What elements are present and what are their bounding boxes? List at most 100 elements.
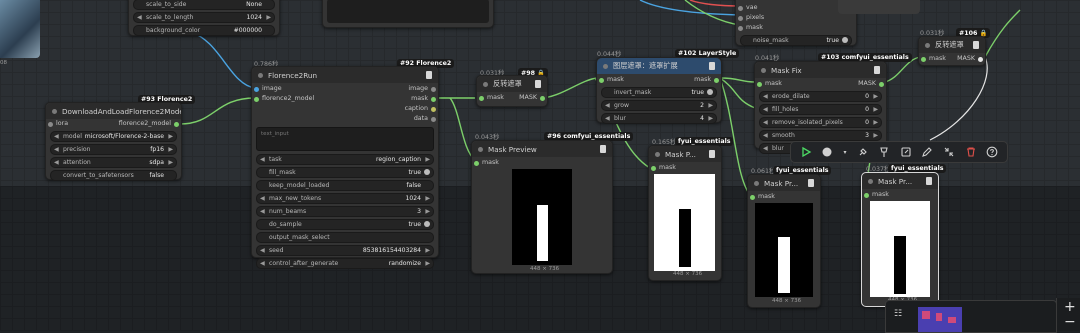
input-pin-mask[interactable] — [921, 57, 926, 62]
output-pin-caption[interactable] — [431, 107, 436, 112]
input-pin-mask[interactable] — [750, 195, 755, 200]
input-pixels[interactable]: pixels — [736, 13, 856, 23]
color-icon[interactable] — [820, 145, 834, 159]
output-pin-mask[interactable] — [431, 97, 436, 102]
output-pin-mask[interactable] — [879, 82, 884, 87]
widget-precision[interactable]: ◀ precision fp16 ▶ — [50, 144, 177, 155]
mask-preview-image — [512, 169, 572, 265]
widget-blur[interactable]: ◀ blur 4 ▶ — [601, 113, 717, 124]
widget-do-sample[interactable]: do_sample true — [256, 219, 434, 230]
doc-icon[interactable] — [973, 41, 979, 49]
node-header[interactable]: Mask Pr... — [862, 173, 938, 189]
help-icon[interactable] — [985, 145, 999, 159]
node-header[interactable]: DownloadAndLoadFlorence2Model — [46, 103, 181, 119]
output-pin-data[interactable] — [431, 117, 436, 122]
pin-icon[interactable] — [856, 145, 870, 159]
play-icon[interactable] — [799, 145, 813, 159]
io-row: mask — [862, 190, 938, 200]
widget-grow[interactable]: ◀ grow 2 ▶ — [601, 100, 717, 111]
widget-scale-to-length[interactable]: ◀ scale_to_length 1024 ▶ — [133, 12, 275, 23]
doc-icon[interactable] — [808, 179, 814, 187]
doc-icon[interactable] — [709, 62, 715, 70]
mask-preview-node-c[interactable]: Mask Pr... mask 448 × 736 — [747, 174, 821, 308]
image-preview-fragment — [0, 0, 40, 58]
zoom-out-icon[interactable]: − — [1064, 315, 1076, 329]
widget-invert-mask[interactable]: invert_mask true — [601, 87, 717, 98]
input-pin-florence2-model[interactable] — [254, 97, 259, 102]
input-pin-mask[interactable] — [479, 96, 484, 101]
edit-icon[interactable] — [899, 145, 913, 159]
chevron-down-icon[interactable]: ▾ — [842, 145, 848, 159]
text-input-area[interactable]: text_input — [256, 127, 434, 151]
input-pin-mask[interactable] — [864, 193, 869, 198]
widget-fill-mask[interactable]: fill_mask true — [256, 167, 434, 178]
delete-icon[interactable] — [964, 145, 978, 159]
mask-preview-node-96[interactable]: Mask Preview mask 448 × 736 — [471, 140, 613, 274]
widget-noise-mask[interactable]: noise_mask true — [740, 35, 852, 46]
minimap[interactable]: ☷ — [885, 300, 1057, 333]
output-pin-mask[interactable] — [978, 57, 983, 62]
node-header[interactable]: Mask Preview — [472, 141, 612, 157]
input-pin-image[interactable] — [254, 87, 259, 92]
doc-icon[interactable] — [874, 66, 880, 74]
widget-remove-isolated-pixels[interactable]: ◀ remove_isolated_pixels 0 ▶ — [759, 117, 882, 128]
florence2-run-node[interactable]: Florence2Run image image florence2_model… — [251, 66, 439, 269]
partial-node-top[interactable] — [322, 0, 494, 28]
text-area-fragment[interactable] — [327, 0, 489, 23]
doc-icon[interactable] — [426, 71, 432, 79]
output-pin-mask[interactable] — [714, 78, 719, 83]
mask-preview-image — [755, 203, 813, 297]
widget-background-color[interactable]: background_color #000000 — [133, 25, 275, 36]
input-pin-mask[interactable] — [599, 78, 604, 83]
invert-mask-node-106[interactable]: 反转遮罩 mask MASK — [918, 36, 986, 66]
widget-model[interactable]: ◀ model microsoft/Florence-2-base ▶ — [50, 131, 177, 142]
doc-icon[interactable] — [600, 145, 606, 153]
doc-icon[interactable] — [926, 177, 932, 185]
widget-num-beams[interactable]: ◀ num_beams 3 ▶ — [256, 206, 434, 217]
node-header[interactable]: Mask P... — [649, 146, 721, 162]
node-header[interactable]: 反转遮罩 — [477, 76, 547, 92]
layerstyle-mask-grow-node[interactable]: 图层遮罩：遮罩扩展 mask mask invert_mask true ◀ gro… — [596, 57, 722, 124]
output-pin-florence2-model[interactable] — [174, 122, 179, 127]
node-header[interactable]: Florence2Run — [252, 67, 438, 83]
node-header[interactable]: Mask Fix — [755, 62, 886, 78]
widget-seed[interactable]: ◀ seed 853816154403284 ▶ — [256, 245, 434, 256]
florence2-loader-node[interactable]: DownloadAndLoadFlorence2Model lora flore… — [45, 102, 182, 181]
output-pin-image[interactable] — [431, 87, 436, 92]
io-row: data — [252, 114, 438, 124]
input-mask[interactable]: mask — [736, 23, 856, 33]
widget-convert-to-safetensors[interactable]: convert_to_safetensors false — [50, 170, 177, 181]
widget-task[interactable]: ◀ task region_caption ▶ — [256, 154, 434, 165]
node-header[interactable]: Mask Pr... — [748, 175, 820, 191]
widget-keep-model-loaded[interactable]: keep_model_loaded false — [256, 180, 434, 191]
pencil-icon[interactable] — [920, 145, 934, 159]
widget-scale-to-side[interactable]: scale_to_side None — [133, 0, 275, 10]
input-pin-lora[interactable] — [48, 122, 53, 127]
mask-preview-node-d[interactable]: Mask Pr... mask 448 × 736 — [861, 172, 939, 307]
node-canvas[interactable]: 08 scale_to_side None ◀ scale_to_length 102… — [0, 0, 1080, 333]
node-header[interactable]: 图层遮罩：遮罩扩展 — [597, 58, 721, 74]
output-pin-mask[interactable] — [540, 96, 545, 101]
invert-mask-node-98[interactable]: 反转遮罩 mask MASK — [476, 75, 548, 107]
node-header[interactable]: 反转遮罩 — [919, 37, 985, 53]
widget-max-new-tokens[interactable]: ◀ max_new_tokens 1024 ▶ — [256, 193, 434, 204]
widget-output-mask-select[interactable]: output_mask_select — [256, 232, 434, 243]
widget-control-after-generate[interactable]: ◀ control_after_generate randomize ▶ — [256, 258, 434, 269]
mask-preview-node-b[interactable]: Mask P... mask 448 × 736 — [648, 145, 722, 281]
widget-erode-dilate[interactable]: ◀ erode_dilate 0 ▶ — [759, 91, 882, 102]
collapse-icon[interactable] — [942, 145, 956, 159]
widget-attention[interactable]: ◀ attention sdpa ▶ — [50, 157, 177, 168]
widget-fill-holes[interactable]: ◀ fill_holes 0 ▶ — [759, 104, 882, 115]
image-resize-node[interactable]: scale_to_side None ◀ scale_to_length 1024 ▶ … — [128, 0, 280, 36]
input-pin-mask[interactable] — [474, 161, 479, 166]
settings-icon[interactable]: ☷ — [894, 309, 904, 319]
bypass-icon[interactable] — [877, 145, 891, 159]
mask-fix-node[interactable]: Mask Fix mask MASK ◀ erode_dilate 0 ▶ ◀ fill… — [754, 61, 887, 154]
widget-smooth[interactable]: ◀ smooth 3 ▶ — [759, 130, 882, 141]
partial-node-right[interactable] — [838, 0, 920, 14]
input-pin-mask[interactable] — [651, 166, 656, 171]
zoom-in-icon[interactable]: + — [1064, 300, 1076, 314]
input-pin-mask[interactable] — [757, 82, 762, 87]
doc-icon[interactable] — [535, 80, 541, 88]
doc-icon[interactable] — [709, 150, 715, 158]
